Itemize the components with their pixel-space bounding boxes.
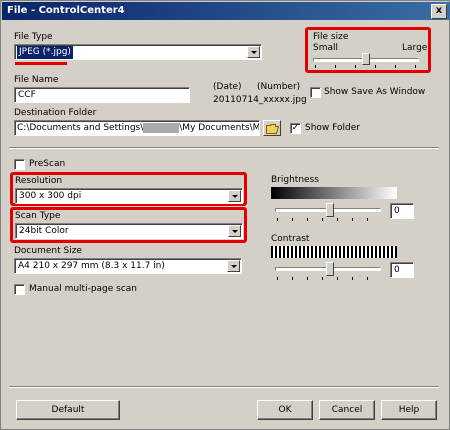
destination-path-start: C:\Documents and Settings\ xyxy=(17,123,144,133)
help-button[interactable]: Help xyxy=(381,400,437,420)
brightness-slider[interactable] xyxy=(326,203,334,217)
cancel-button[interactable]: Cancel xyxy=(319,400,375,420)
tick xyxy=(395,65,396,68)
resolution-label: Resolution xyxy=(15,176,63,186)
chevron-down-icon[interactable] xyxy=(227,260,240,272)
window-title: File - ControlCenter4 xyxy=(7,5,125,16)
destination-path-end: \My Documents\My Pictur xyxy=(179,123,260,133)
destination-input[interactable]: C:\Documents and Settings\ \My Documents\… xyxy=(14,120,260,136)
tick xyxy=(292,218,293,221)
tick xyxy=(367,277,368,280)
redacted-username xyxy=(143,122,180,133)
tick xyxy=(415,65,416,68)
scan-type-select[interactable]: 24bit Color xyxy=(15,223,243,239)
contrast-label: Contrast xyxy=(271,234,310,244)
document-size-select[interactable]: A4 210 x 297 mm (8.3 x 11.7 in) xyxy=(14,258,242,274)
file-type-select[interactable]: JPEG (*.jpg) xyxy=(14,44,262,60)
brightness-value-input[interactable]: 0 xyxy=(390,203,414,219)
show-folder-label: Show Folder xyxy=(305,123,360,133)
show-save-as-checkbox[interactable] xyxy=(310,87,321,98)
document-size-value: A4 210 x 297 mm (8.3 x 11.7 in) xyxy=(18,261,165,271)
file-type-label: File Type xyxy=(14,32,53,42)
divider xyxy=(9,147,439,149)
date-label: (Date) xyxy=(213,82,242,92)
scan-type-value: 24bit Color xyxy=(19,226,69,236)
tick xyxy=(322,218,323,221)
tick xyxy=(375,65,376,68)
chevron-down-icon[interactable] xyxy=(228,225,241,237)
tick xyxy=(337,277,338,280)
dialog-window: File - ControlCenter4 x File Type JPEG (… xyxy=(0,0,450,430)
document-size-label: Document Size xyxy=(14,246,82,256)
tick xyxy=(337,218,338,221)
file-size-small-label: Small xyxy=(313,43,338,53)
tick xyxy=(307,218,308,221)
close-icon: x xyxy=(435,5,443,16)
checkmark-icon: ✓ xyxy=(291,123,300,133)
file-size-slider[interactable] xyxy=(362,53,370,65)
contrast-slider[interactable] xyxy=(326,262,334,276)
tick xyxy=(277,277,278,280)
scan-type-label: Scan Type xyxy=(15,211,61,221)
prescan-label: PreScan xyxy=(29,159,66,169)
file-size-large-label: Large xyxy=(402,43,428,53)
resolution-select[interactable]: 300 x 300 dpi xyxy=(15,188,243,204)
number-label: (Number) xyxy=(257,82,301,92)
resolution-value: 300 x 300 dpi xyxy=(19,191,82,201)
destination-label: Destination Folder xyxy=(14,108,97,118)
default-button[interactable]: Default xyxy=(16,400,120,420)
tick xyxy=(352,218,353,221)
tick xyxy=(292,277,293,280)
contrast-value-input[interactable]: 0 xyxy=(390,262,414,278)
tick xyxy=(355,65,356,68)
browse-folder-button[interactable] xyxy=(263,120,281,136)
brightness-label: Brightness xyxy=(271,175,319,185)
manual-multipage-checkbox[interactable] xyxy=(14,284,25,295)
title-bar: File - ControlCenter4 x xyxy=(2,2,450,20)
tick xyxy=(335,65,336,68)
ok-button[interactable]: OK xyxy=(257,400,313,420)
folder-icon xyxy=(266,124,279,134)
close-button[interactable]: x xyxy=(431,4,447,19)
tick xyxy=(277,218,278,221)
prescan-checkbox[interactable] xyxy=(14,159,25,170)
tick xyxy=(352,277,353,280)
file-type-underline xyxy=(15,62,67,65)
file-size-label: File size xyxy=(313,32,349,42)
tick xyxy=(307,277,308,280)
brightness-gradient xyxy=(271,187,397,199)
tick xyxy=(315,65,316,68)
file-type-value: JPEG (*.jpg) xyxy=(17,46,73,59)
tick xyxy=(367,218,368,221)
show-folder-checkbox[interactable]: ✓ xyxy=(290,123,301,134)
file-name-input[interactable]: CCF xyxy=(14,87,190,103)
show-save-as-label: Show Save As Window xyxy=(324,87,426,97)
manual-multipage-label: Manual multi-page scan xyxy=(29,284,138,294)
file-name-label: File Name xyxy=(14,75,59,85)
chevron-down-icon[interactable] xyxy=(247,46,260,58)
contrast-pattern xyxy=(271,246,397,258)
chevron-down-icon[interactable] xyxy=(228,190,241,202)
tick xyxy=(322,277,323,280)
divider xyxy=(9,386,439,388)
file-name-preview: 20110714_xxxxx.jpg xyxy=(213,95,307,105)
